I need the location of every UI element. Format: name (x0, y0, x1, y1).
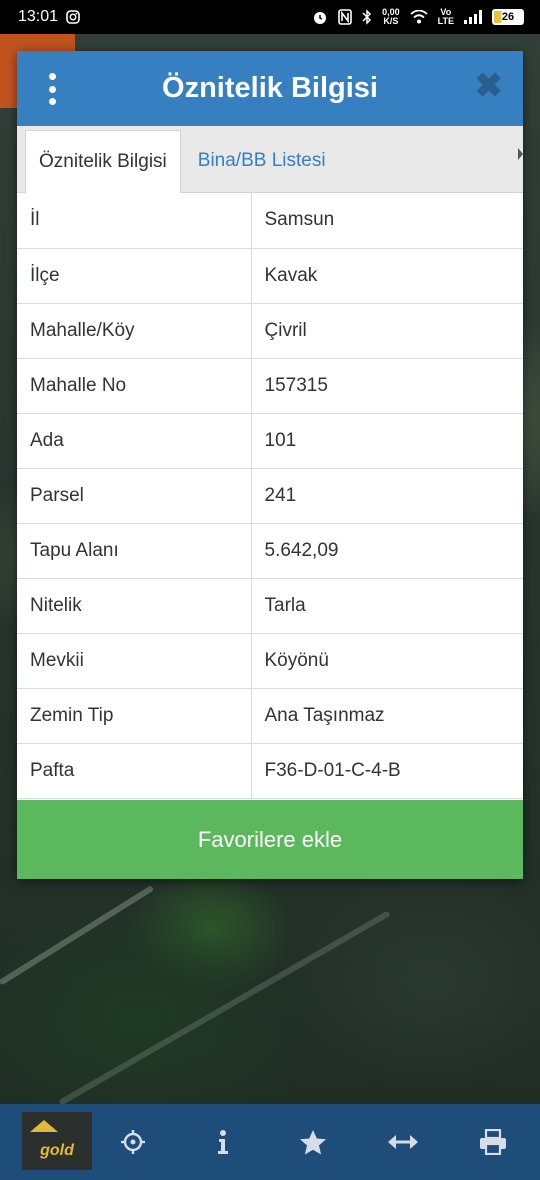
star-icon[interactable] (295, 1124, 331, 1160)
attribute-dialog: Öznitelik Bilgisi ✖ Öznitelik Bilgisi Bi… (17, 51, 523, 879)
row-value: Tarla (251, 578, 523, 634)
table-row: Nitelik Tarla (17, 578, 523, 634)
alarm-icon (314, 12, 327, 24)
row-value: Köyönü (251, 633, 523, 689)
tab-bar: Öznitelik Bilgisi Bina/BB Listesi (17, 126, 523, 193)
bluetooth-icon (362, 9, 372, 25)
battery-level: 26 (501, 11, 515, 23)
bottom-toolbar: gold (0, 1104, 540, 1180)
info-icon[interactable] (205, 1124, 241, 1160)
dialog-title: Öznitelik Bilgisi (162, 72, 378, 104)
row-value: 101 (251, 413, 523, 469)
table-row: Mahalle/Köy Çivril (17, 303, 523, 359)
table-row: Parsel 241 (17, 468, 523, 524)
row-key: Zemin Tip (17, 688, 252, 744)
print-icon[interactable] (475, 1124, 511, 1160)
row-key: Tapu Alanı (17, 523, 252, 579)
volte-bottom: LTE (437, 16, 454, 26)
table-row: Mevkii Köyönü (17, 633, 523, 689)
signal-icon (464, 10, 482, 24)
status-left: 13:01 (18, 8, 80, 26)
row-value: 157315 (251, 358, 523, 414)
tab-attribute-info[interactable]: Öznitelik Bilgisi (25, 130, 181, 193)
arrows-horizontal-icon[interactable] (385, 1124, 421, 1160)
row-key: Nitelik (17, 578, 252, 634)
network-speed-unit: K/S (383, 16, 399, 26)
row-value: Samsun (251, 193, 523, 249)
row-key: İl (17, 193, 252, 249)
table-row: Pafta F36-D-01-C-4-B (17, 743, 523, 799)
tab-building-list[interactable]: Bina/BB Listesi (181, 130, 339, 192)
row-value: F36-D-01-C-4-B (251, 743, 523, 799)
house-roof-icon (30, 1120, 58, 1132)
volte-indicator: Vo LTE (438, 8, 454, 26)
network-speed: 0,00 K/S (382, 8, 400, 26)
row-value: Kavak (251, 248, 523, 304)
row-value: Çivril (251, 303, 523, 359)
gold-logo[interactable]: gold (22, 1112, 92, 1170)
menu-kebab-icon[interactable] (45, 73, 59, 105)
add-to-favorites-button[interactable]: Favorilere ekle (17, 800, 523, 879)
row-key: Parsel (17, 468, 252, 524)
table-row: İl Samsun (17, 193, 523, 249)
status-time: 13:01 (18, 8, 59, 25)
row-value: Ana Taşınmaz (251, 688, 523, 744)
wifi-icon (410, 10, 428, 24)
logo-text: gold (40, 1142, 74, 1159)
battery-icon: 26 (492, 9, 524, 25)
close-icon[interactable]: ✖ (475, 69, 504, 103)
instagram-icon (66, 10, 80, 24)
row-key: Mevkii (17, 633, 252, 689)
table-row: Ada 101 (17, 413, 523, 469)
table-row: İlçe Kavak (17, 248, 523, 304)
table-row: Tapu Alanı 5.642,09 (17, 523, 523, 579)
status-bar: 13:01 0,00 K/S Vo LTE 26 (0, 0, 540, 34)
table-row: Mahalle No 157315 (17, 358, 523, 414)
row-key: Pafta (17, 743, 252, 799)
row-key: Ada (17, 413, 252, 469)
attribute-table: İl Samsun İlçe Kavak Mahalle/Köy Çivril … (17, 193, 523, 799)
row-value: 5.642,09 (251, 523, 523, 579)
tab-scroll-right-icon[interactable] (518, 148, 523, 160)
dialog-header: Öznitelik Bilgisi ✖ (17, 51, 523, 126)
crosshair-icon[interactable] (115, 1124, 151, 1160)
row-key: İlçe (17, 248, 252, 304)
row-key: Mahalle No (17, 358, 252, 414)
row-key: Mahalle/Köy (17, 303, 252, 359)
status-right: 0,00 K/S Vo LTE 26 (312, 8, 524, 26)
row-value: 241 (251, 468, 523, 524)
nfc-icon (338, 9, 352, 25)
table-row: Zemin Tip Ana Taşınmaz (17, 688, 523, 744)
